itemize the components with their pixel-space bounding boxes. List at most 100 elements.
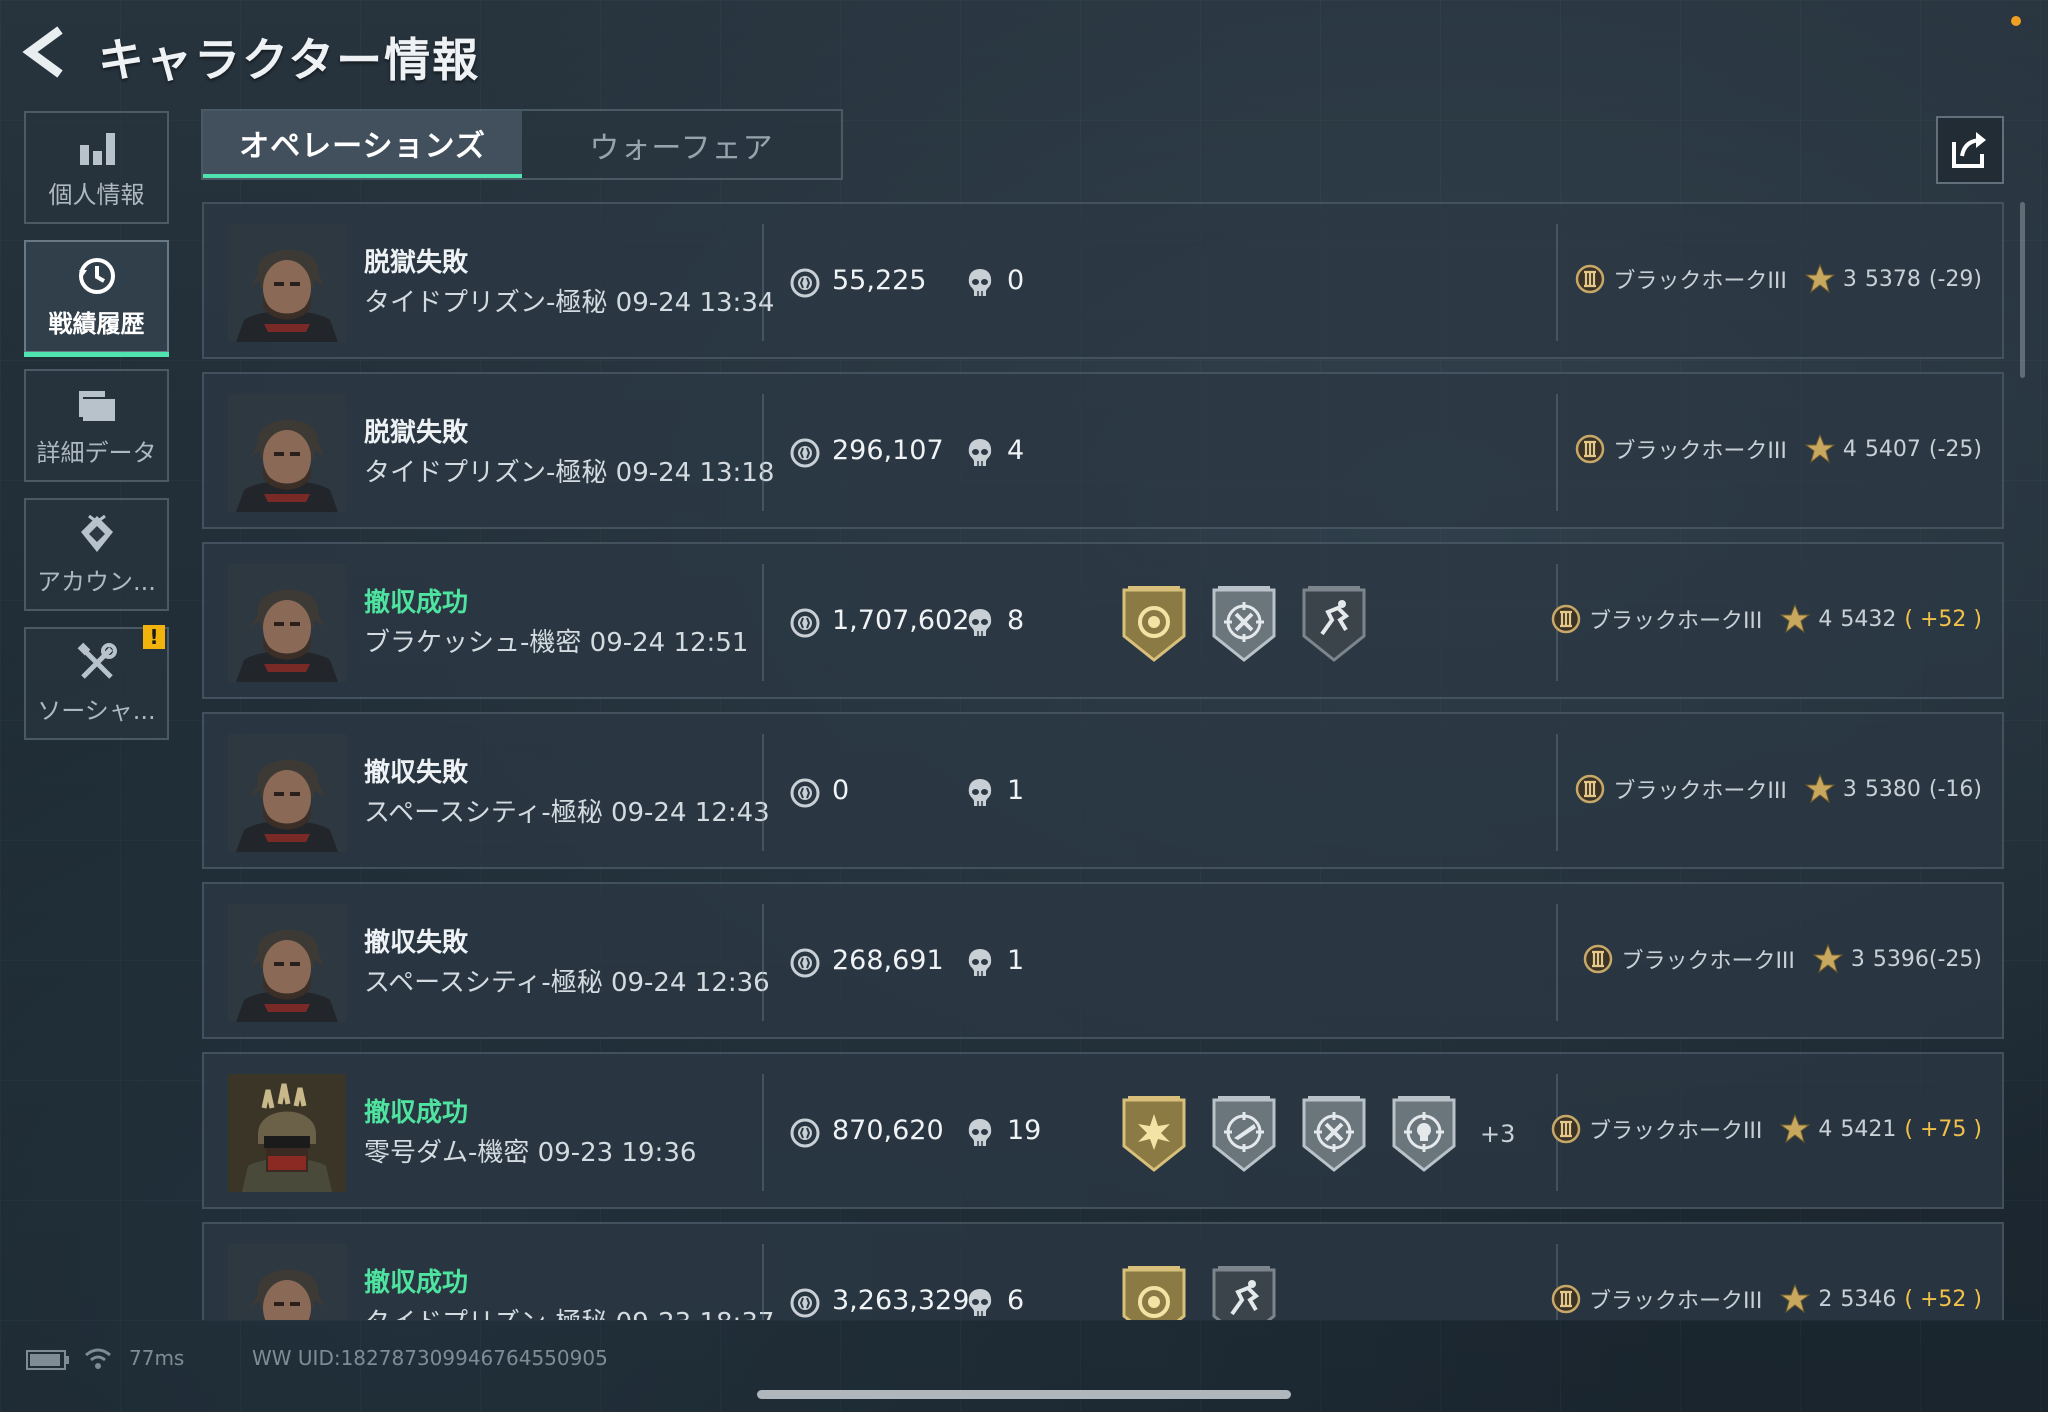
record-time: 09-24 12:51 <box>589 628 749 658</box>
sidebar-item-social[interactable]: ! ソーシャ... <box>24 625 169 740</box>
record-map-time: タイドプリズン-極秘 09-24 13:34 <box>364 282 774 319</box>
rank-stars: 3 <box>1842 266 1857 292</box>
sidebar-item-label: 戦績履歴 <box>48 310 145 338</box>
record-time: 09-23 18:37 <box>616 1308 775 1320</box>
record-kills: 1 <box>1007 945 1025 976</box>
record-kills: 8 <box>1007 605 1025 636</box>
rank-name: ブラックホークIII <box>1621 949 1795 974</box>
sidebar-item-personal-info[interactable]: 個人情報 <box>24 111 169 224</box>
record-map: ブラケッシュ-機密 <box>364 628 582 658</box>
coin-icon <box>790 268 820 298</box>
record-time: 09-24 13:34 <box>615 288 775 318</box>
rank-score: 5378 <box>1864 266 1921 292</box>
character-portrait <box>228 394 346 512</box>
rank-score: 5421 <box>1840 1116 1897 1142</box>
record-status: 撤収成功 <box>364 1268 469 1298</box>
divider <box>1556 394 1558 511</box>
crosshair-skull-badge-icon[interactable] <box>1388 1094 1460 1174</box>
divider <box>762 224 764 341</box>
tab-warfare[interactable]: ウォーフェア <box>522 111 841 178</box>
rank-delta: ( +75 ) <box>1904 1116 1982 1142</box>
star-icon <box>1804 434 1835 464</box>
skull-icon <box>968 439 992 466</box>
rank-emblem-icon <box>1584 944 1613 974</box>
rank-emblem-icon <box>1551 1114 1581 1144</box>
record-status: 撤収成功 <box>364 1098 469 1128</box>
record-row[interactable]: 撤収成功 零号ダム-機密 09-23 19:36 870,620 19 +3 ブ… <box>202 1052 2004 1209</box>
crosshair-gun-badge-icon[interactable] <box>1208 1094 1280 1174</box>
rank-score: 5407 <box>1864 436 1921 462</box>
crosshair-knife-badge-icon[interactable] <box>1208 584 1280 664</box>
record-row[interactable]: 脱獄失敗 タイドプリズン-極秘 09-24 13:34 55,225 0 ブラッ… <box>202 202 2004 359</box>
record-kills: 6 <box>1007 1285 1025 1316</box>
star-icon <box>1780 1284 1811 1314</box>
divider <box>762 734 764 851</box>
rank-info: ブラックホークIII 2 5346 ( +52 ) <box>1551 1282 1982 1316</box>
rank-info: ブラックホークIII 3 5378 (-29) <box>1575 262 1982 296</box>
gold-coin-badge-icon[interactable] <box>1118 584 1190 664</box>
skull-icon <box>968 609 992 636</box>
rank-emblem-icon <box>1576 264 1605 294</box>
character-portrait <box>228 1244 346 1320</box>
rank-score: 5380 <box>1864 776 1921 802</box>
rank-name: ブラックホークIII <box>1613 439 1787 464</box>
achievement-badges <box>1118 1262 1280 1320</box>
rank-info: ブラックホークIII 4 5421 ( +75 ) <box>1551 1112 1982 1146</box>
sidebar-item-battle-history[interactable]: 戦績履歴 <box>24 240 169 357</box>
record-status: 撤収失敗 <box>364 758 469 788</box>
record-row[interactable]: 撤収成功 タイドプリズン-極秘 09-23 18:37 3,263,329 6 … <box>202 1222 2004 1320</box>
share-button[interactable] <box>1936 116 2004 184</box>
divider <box>1556 734 1558 851</box>
record-kills: 4 <box>1007 435 1025 466</box>
rank-info: ブラックホークIII 4 5407 (-25) <box>1575 432 1982 466</box>
record-map-time: スペースシティ-極秘 09-24 12:36 <box>364 962 770 999</box>
record-status: 脱獄失敗 <box>364 418 469 448</box>
dark-runner-badge-icon[interactable] <box>1208 1264 1280 1320</box>
record-map: スペースシティ-極秘 <box>364 798 603 828</box>
divider <box>762 1244 764 1320</box>
record-list: 脱獄失敗 タイドプリズン-極秘 09-24 13:34 55,225 0 ブラッ… <box>202 202 2004 1320</box>
record-status: 撤収成功 <box>364 588 469 618</box>
rank-delta: (-29) <box>1928 266 1982 292</box>
record-row[interactable]: 撤収失敗 スペースシティ-極秘 09-24 12:43 0 1 ブラックホークI… <box>202 712 2004 869</box>
tab-operations[interactable]: オペレーションズ <box>203 111 522 178</box>
notification-dot <box>2011 16 2021 26</box>
rank-delta: (-16) <box>1928 776 1982 802</box>
account-badge-icon <box>80 514 113 552</box>
record-value: 0 <box>832 775 850 806</box>
scrollbar[interactable] <box>2020 202 2025 378</box>
divider <box>762 564 764 681</box>
back-arrow-icon[interactable] <box>22 26 70 78</box>
star-icon <box>1812 944 1843 974</box>
coin-icon <box>790 438 820 468</box>
rank-score: 5432 <box>1840 606 1897 632</box>
battery-icon <box>26 1350 69 1370</box>
character-portrait <box>228 564 346 682</box>
crosshair-knife-badge-icon[interactable] <box>1298 1094 1370 1174</box>
sidebar-item-label: 個人情報 <box>48 181 145 209</box>
coin-icon <box>790 948 820 978</box>
sidebar-item-label: 詳細データ <box>36 439 157 467</box>
sidebar-item-detail-data[interactable]: 詳細データ <box>24 369 169 482</box>
record-map: スペースシティ-極秘 <box>364 968 603 998</box>
record-row[interactable]: 脱獄失敗 タイドプリズン-極秘 09-24 13:18 296,107 4 ブラ… <box>202 372 2004 529</box>
achievement-badges: +3 <box>1118 1092 1515 1176</box>
dark-runner-badge-icon[interactable] <box>1298 584 1370 664</box>
rank-name: ブラックホークIII <box>1588 1289 1763 1314</box>
character-portrait <box>228 224 346 342</box>
rank-name: ブラックホークIII <box>1613 269 1787 294</box>
gold-coin-badge-icon[interactable] <box>1118 1264 1190 1320</box>
skull-icon <box>968 949 992 976</box>
warning-badge: ! <box>143 625 165 649</box>
record-row[interactable]: 撤収失敗 スペースシティ-極秘 09-24 12:36 268,691 1 ブラ… <box>202 882 2004 1039</box>
sidebar-item-account[interactable]: アカウン... <box>24 498 169 611</box>
skull-icon <box>968 1289 992 1316</box>
gold-burst-badge-icon[interactable] <box>1118 1094 1190 1174</box>
more-badges-count[interactable]: +3 <box>1480 1120 1515 1148</box>
record-value: 268,691 <box>832 945 944 976</box>
rank-info: ブラックホークIII 4 5432 ( +52 ) <box>1551 602 1982 636</box>
record-kills: 0 <box>1007 265 1025 296</box>
record-row[interactable]: 撤収成功 ブラケッシュ-機密 09-24 12:51 1,707,602 8 ブ… <box>202 542 2004 699</box>
rank-info: ブラックホークIII 3 5396(-25) <box>1583 942 1982 976</box>
share-icon <box>1952 132 1986 168</box>
